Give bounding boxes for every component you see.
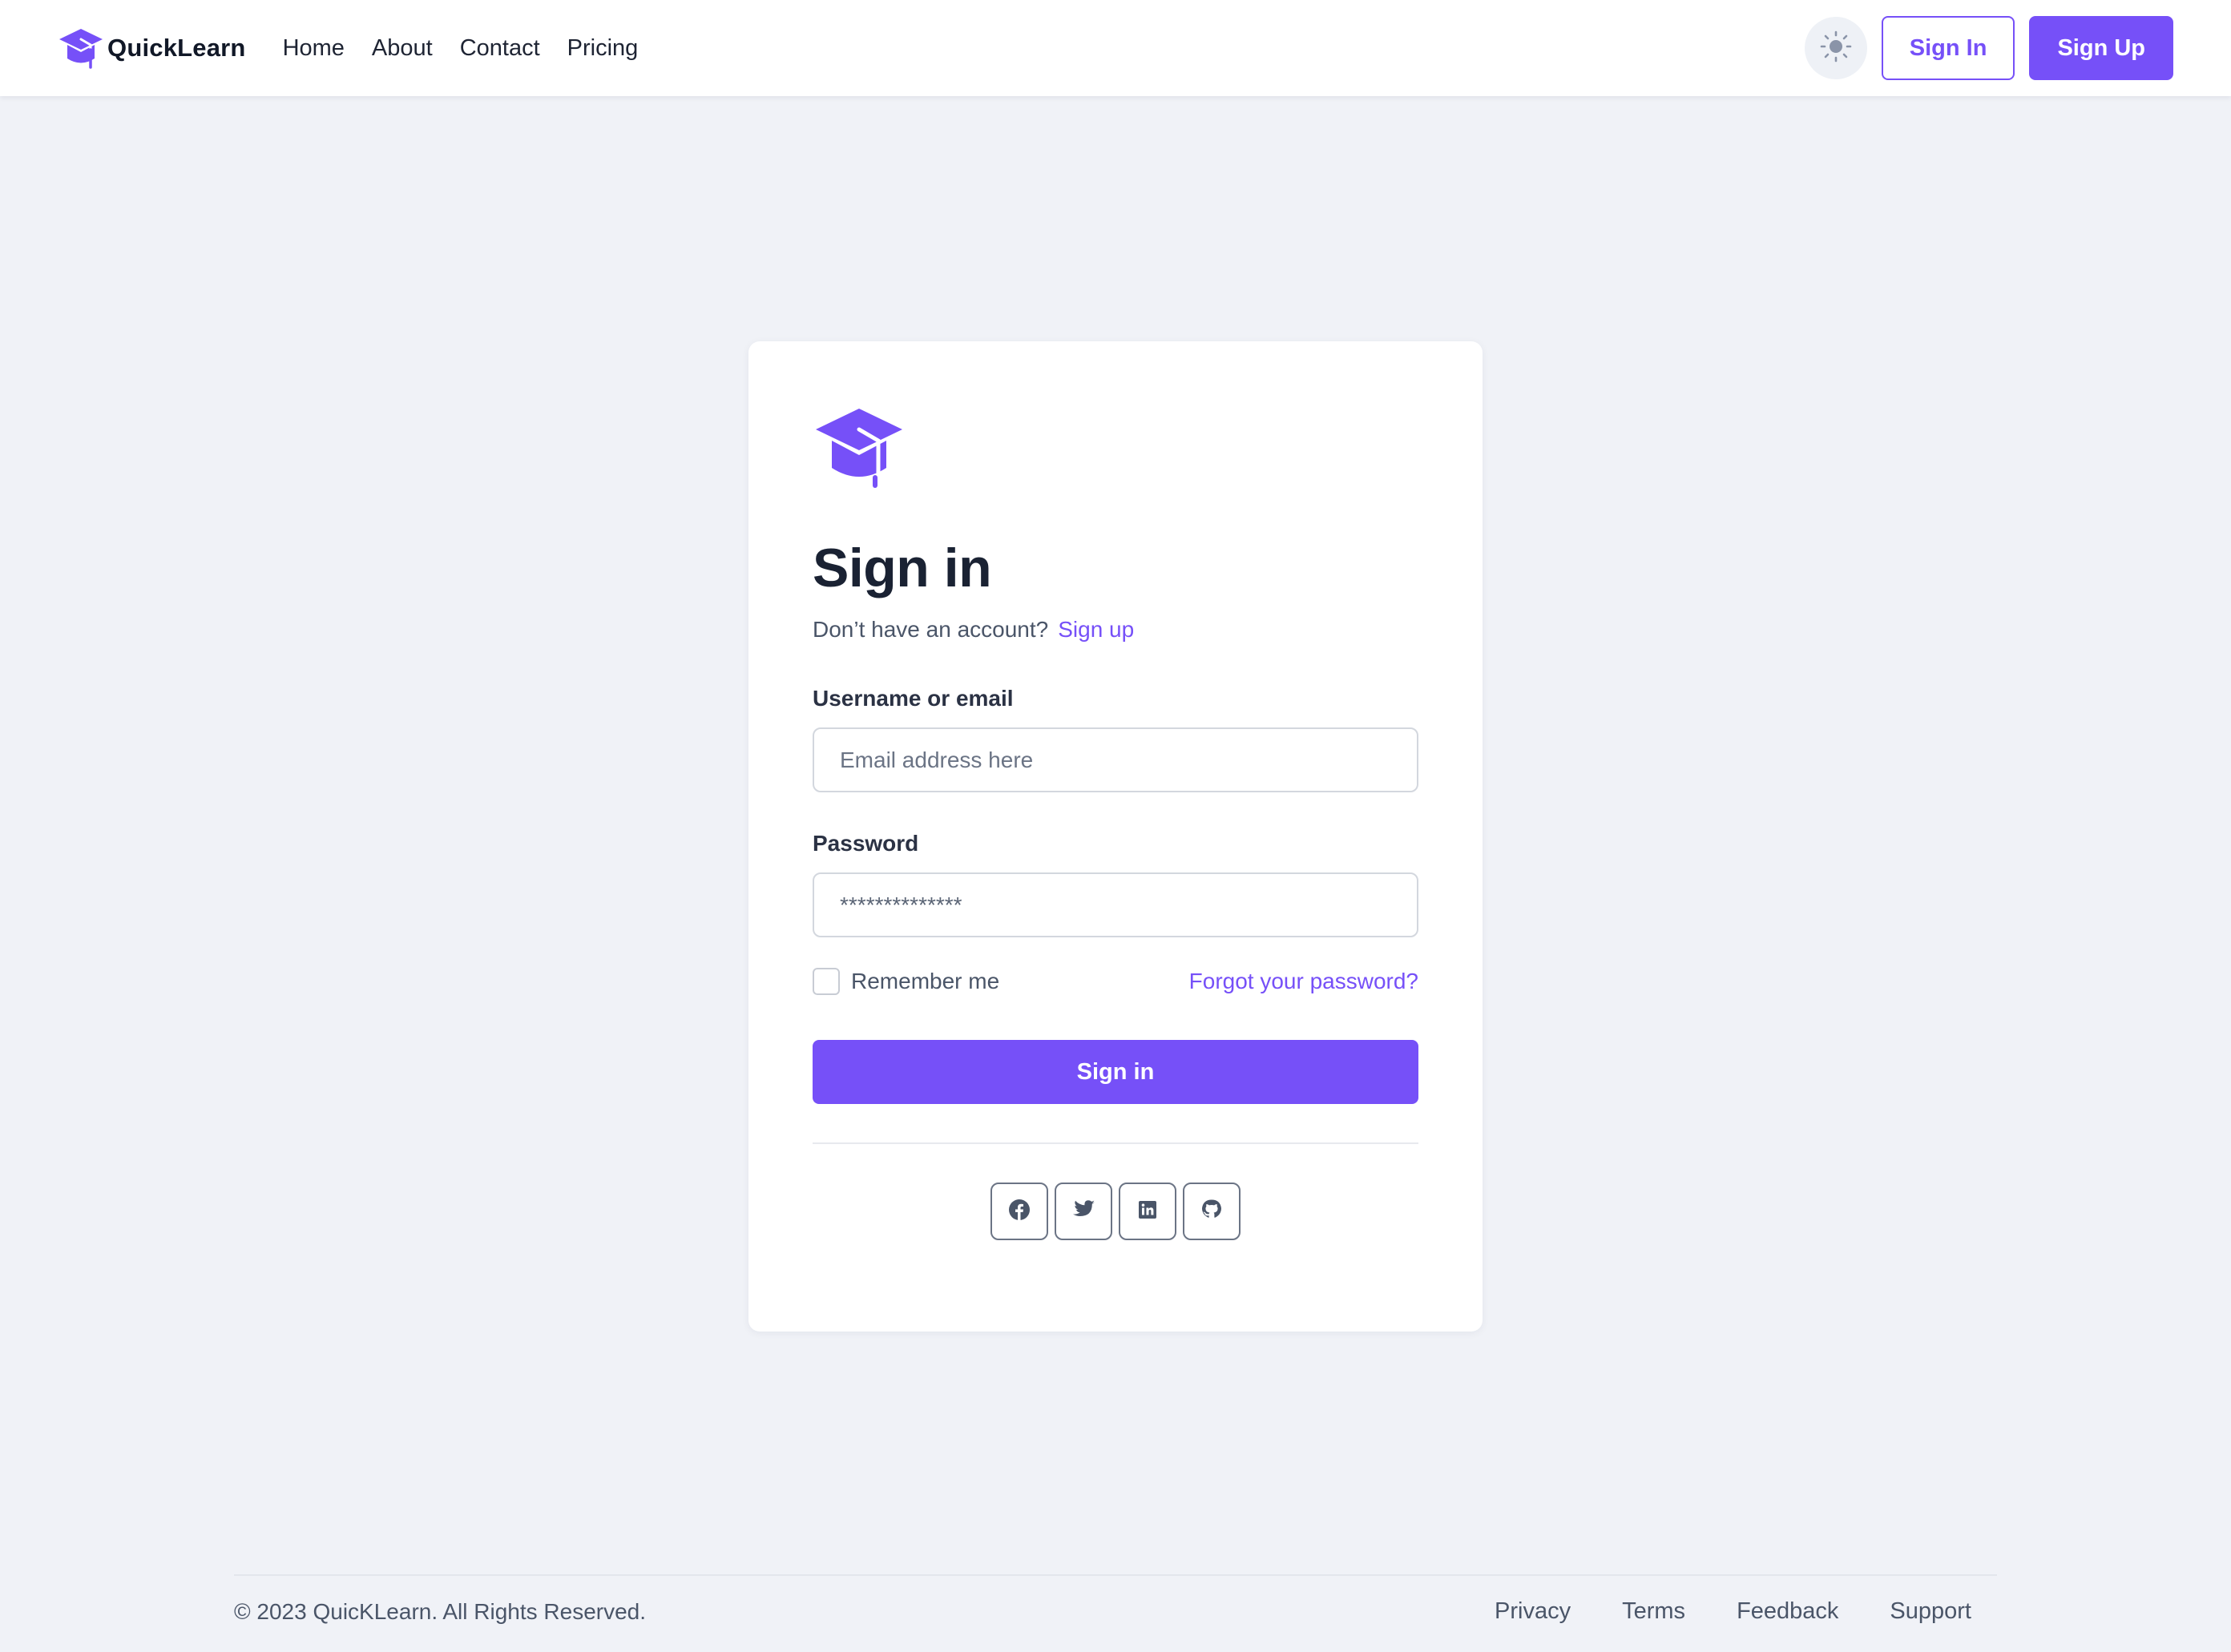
- linkedin-icon: [1138, 1200, 1157, 1223]
- social-login: [813, 1183, 1418, 1240]
- nav-about[interactable]: About: [372, 35, 433, 62]
- graduation-cap-icon: [813, 405, 906, 489]
- page-title: Sign in: [813, 538, 992, 598]
- header-sign-up-button[interactable]: Sign Up: [2029, 16, 2173, 80]
- main-nav: Home About Contact Pricing: [283, 35, 639, 62]
- github-login-button[interactable]: [1183, 1183, 1241, 1240]
- brand-name: QuickLearn: [107, 34, 246, 62]
- graduation-cap-icon: [58, 26, 104, 70]
- nav-contact[interactable]: Contact: [460, 35, 540, 62]
- footer-link-support[interactable]: Support: [1890, 1598, 1971, 1625]
- sign-in-button[interactable]: Sign in: [813, 1040, 1418, 1104]
- password-value: **************: [840, 892, 962, 917]
- footer-link-feedback[interactable]: Feedback: [1737, 1598, 1838, 1625]
- facebook-icon: [1008, 1199, 1031, 1225]
- password-input[interactable]: **************: [813, 872, 1418, 937]
- nav-pricing[interactable]: Pricing: [567, 35, 639, 62]
- remember-me-checkbox[interactable]: [813, 968, 840, 995]
- footer-links: Privacy Terms Feedback Support: [1495, 1598, 1971, 1625]
- footer-link-terms[interactable]: Terms: [1622, 1598, 1685, 1625]
- footer-link-privacy[interactable]: Privacy: [1495, 1598, 1571, 1625]
- sign-in-card: Sign in Don’t have an account? Sign up Us…: [748, 341, 1483, 1332]
- copyright-text: © 2023 QuicKLearn. All Rights Reserved.: [234, 1598, 647, 1624]
- twitter-login-button[interactable]: [1055, 1183, 1112, 1240]
- divider: [813, 1142, 1418, 1144]
- brand-logo[interactable]: QuickLearn: [58, 26, 246, 70]
- github-icon: [1200, 1199, 1223, 1225]
- linkedin-login-button[interactable]: [1119, 1183, 1176, 1240]
- header-actions: Sign In Sign Up: [1804, 16, 2173, 80]
- header-sign-in-button[interactable]: Sign In: [1881, 16, 2015, 80]
- signup-prompt: Don’t have an account? Sign up: [813, 617, 1418, 643]
- remember-me-label: Remember me: [851, 969, 1000, 993]
- theme-toggle-button[interactable]: [1804, 17, 1867, 79]
- twitter-icon: [1071, 1199, 1095, 1224]
- form-options: Remember me Forgot your password?: [813, 968, 1418, 995]
- facebook-login-button[interactable]: [990, 1183, 1048, 1240]
- top-navbar: QuickLearn Home About Contact Pricing Si…: [0, 0, 2231, 96]
- password-label: Password: [813, 831, 919, 856]
- sun-icon: [1820, 30, 1852, 66]
- signup-link[interactable]: Sign up: [1058, 617, 1134, 642]
- username-label: Username or email: [813, 686, 1014, 711]
- nav-home[interactable]: Home: [283, 35, 345, 62]
- forgot-password-link[interactable]: Forgot your password?: [1189, 969, 1418, 994]
- signup-prompt-text: Don’t have an account?: [813, 617, 1049, 642]
- remember-me[interactable]: Remember me: [813, 968, 999, 995]
- username-input[interactable]: [813, 727, 1418, 792]
- footer: © 2023 QuicKLearn. All Rights Reserved. …: [234, 1598, 1971, 1625]
- footer-divider: [234, 1574, 1997, 1576]
